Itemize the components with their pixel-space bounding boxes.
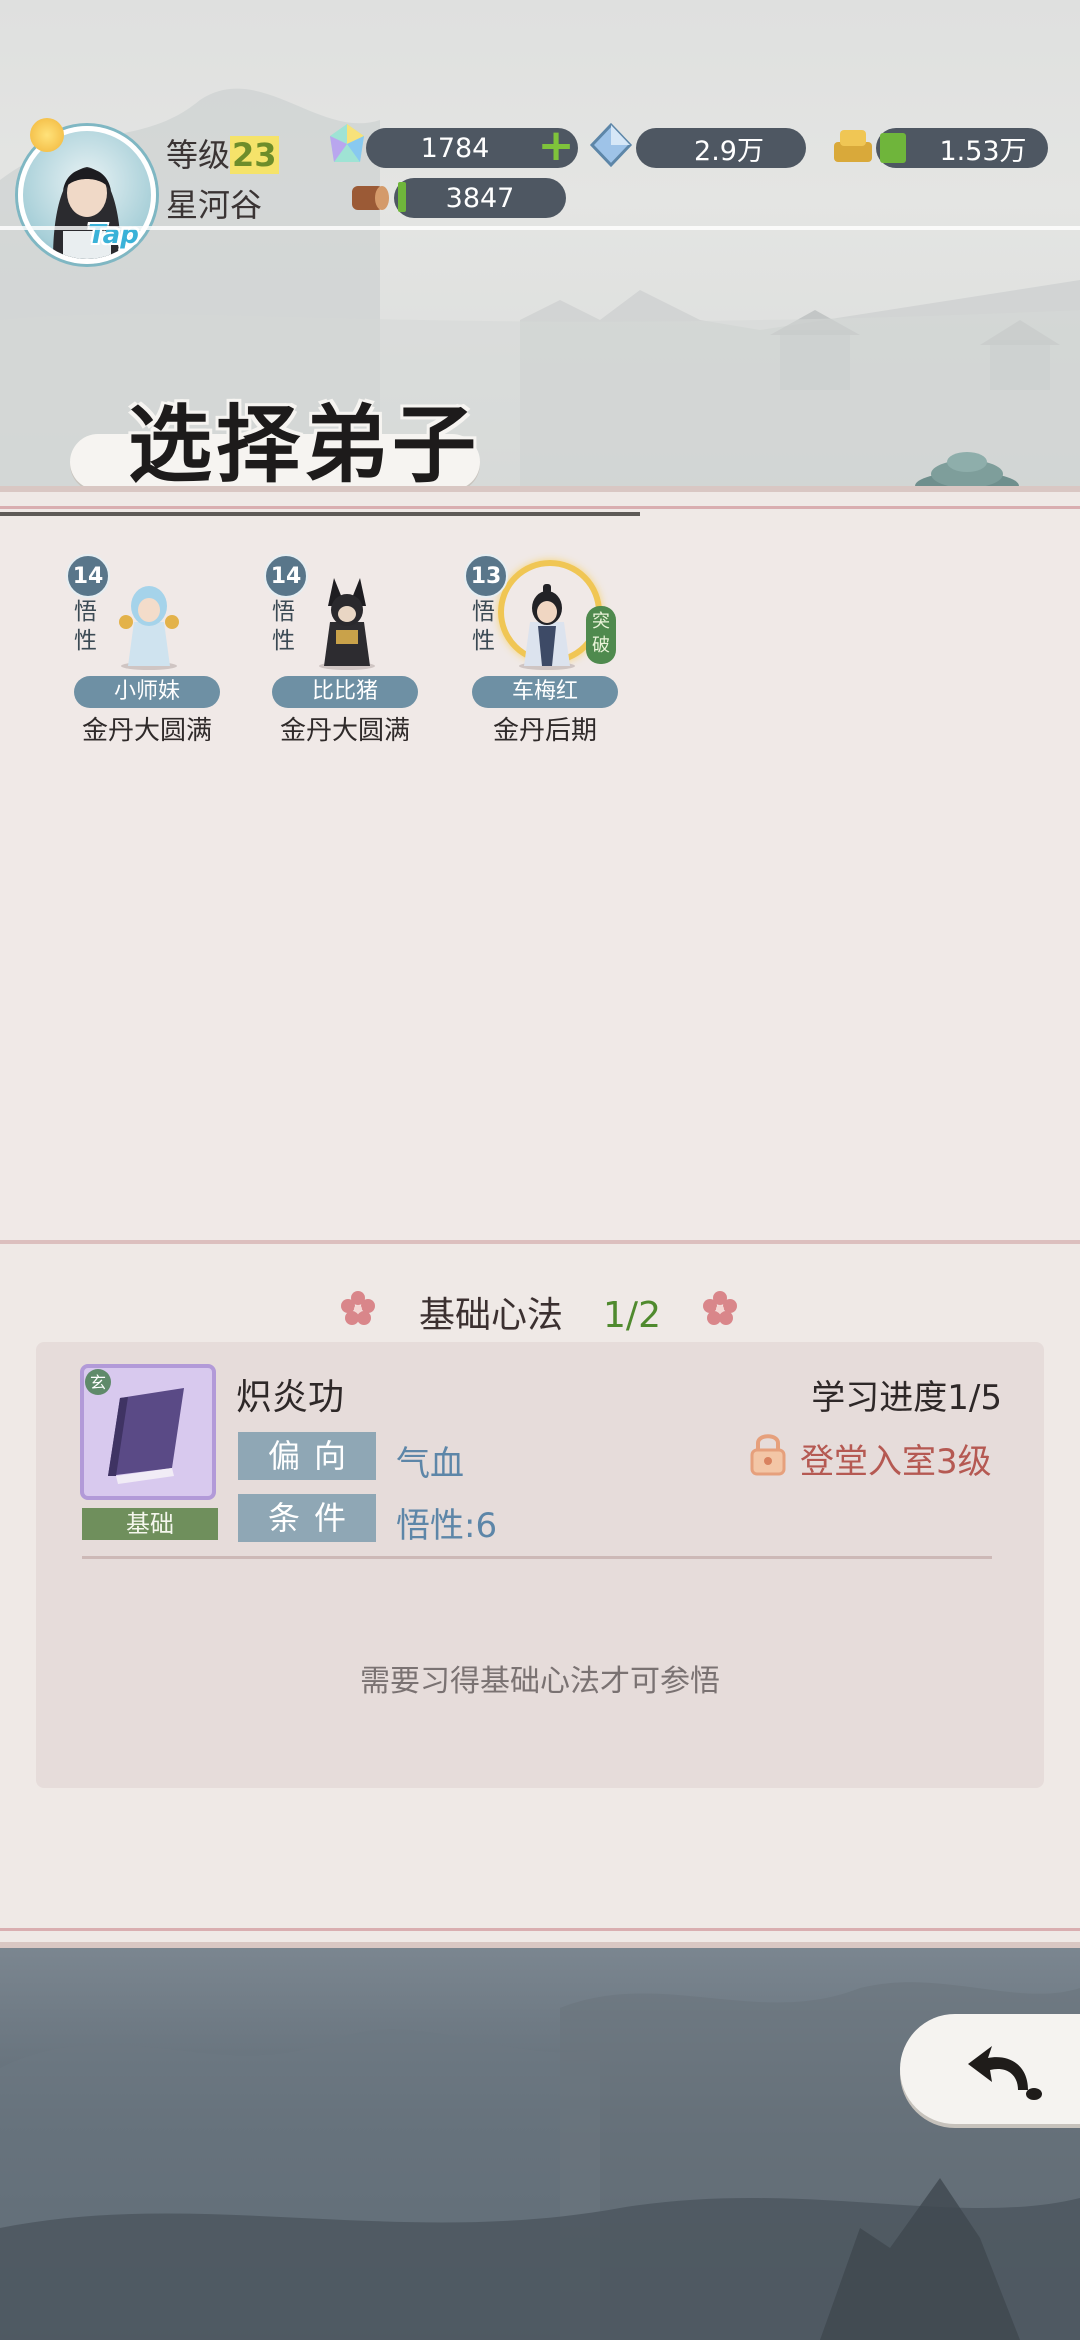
skill-progress: 学习进度1/5 [811, 1378, 1002, 1418]
crystal-counter[interactable]: 2.9万 [636, 128, 806, 168]
skill-type-label: 基础 [82, 1508, 218, 1540]
level-value: 23 [230, 136, 279, 174]
book-grade: 玄 [90, 1373, 106, 1392]
disciple-name: 比比猪 [272, 676, 418, 708]
player-level: 等级23 [166, 130, 279, 176]
disciple-realm: 金丹大圆满 [279, 716, 410, 746]
disciple-attribute: 悟性 [272, 599, 295, 654]
disciple-realm: 金丹大圆满 [81, 716, 212, 746]
wood-fill-indicator [398, 182, 406, 212]
crystal-icon [589, 122, 633, 168]
level-label: 等级 [166, 136, 231, 174]
disciple-sprite-icon [519, 584, 575, 670]
disciple-attribute: 悟性 [472, 599, 495, 654]
panel-top-border [0, 506, 1080, 509]
disciple-name: 小师妹 [74, 676, 220, 708]
condition-tag: 条件 [238, 1494, 376, 1542]
wood-counter[interactable]: 3847 [394, 178, 566, 218]
wood-log-icon [352, 186, 389, 210]
disciple-sprite-icon [119, 586, 179, 670]
sun-decoration-icon [30, 118, 64, 152]
blossom-icon [703, 1291, 737, 1325]
add-spirit-stone-button[interactable]: + [536, 124, 576, 168]
skill-section-title: 基础心法 [419, 1295, 564, 1336]
panel-top-accent [0, 512, 640, 516]
bottom-landscape [0, 1982, 1080, 2340]
skill-section-header: 基础心法 1/2 [0, 1286, 1080, 1338]
disciple-realm: 金丹后期 [492, 716, 597, 746]
hint-text: 需要习得基础心法才可参悟 [360, 1664, 720, 1699]
tap-badge: Tap [88, 220, 139, 250]
gold-ingot-icon [834, 130, 872, 162]
lock-icon [750, 1434, 786, 1476]
bias-value: 气血 [396, 1444, 464, 1484]
gold-fill-indicator [880, 133, 906, 163]
card-divider [82, 1556, 992, 1559]
breakthrough-badge: 突破 [586, 606, 616, 664]
condition-value: 悟性:6 [396, 1506, 498, 1546]
disciple-card[interactable]: 13 悟性 突破 车梅红 金丹后期 [462, 550, 622, 750]
disciple-attribute: 悟性 [74, 599, 97, 654]
section-divider [0, 1240, 1080, 1244]
crystal-value: 2.9万 [694, 135, 764, 167]
skill-book-icon: 玄 [80, 1364, 216, 1500]
unlock-requirement: 登堂入室3级 [800, 1442, 992, 1482]
skill-section-count: 1/2 [603, 1295, 661, 1336]
sect-name: 星河谷 [166, 186, 263, 224]
disciple-sprite-icon [319, 578, 375, 670]
panel-bottom-border [0, 1928, 1080, 1931]
back-arrow-icon [968, 2046, 1042, 2100]
wood-value: 3847 [445, 182, 515, 214]
spirit-stone-value: 1784 [420, 132, 490, 164]
disciple-name: 车梅红 [472, 676, 618, 708]
disciple-card[interactable]: 14 悟性 比比猪 金丹大圆满 [262, 550, 422, 750]
header-divider [0, 226, 1080, 230]
page-title: 选择弟子 [128, 395, 481, 494]
bias-tag: 偏向 [238, 1432, 376, 1480]
rainbow-gem-icon [330, 124, 364, 162]
gold-value: 1.53万 [939, 135, 1027, 167]
disciple-card[interactable]: 14 悟性 小师妹 金丹大圆满 [64, 550, 224, 750]
skill-name: 炽炎功 [236, 1377, 345, 1418]
